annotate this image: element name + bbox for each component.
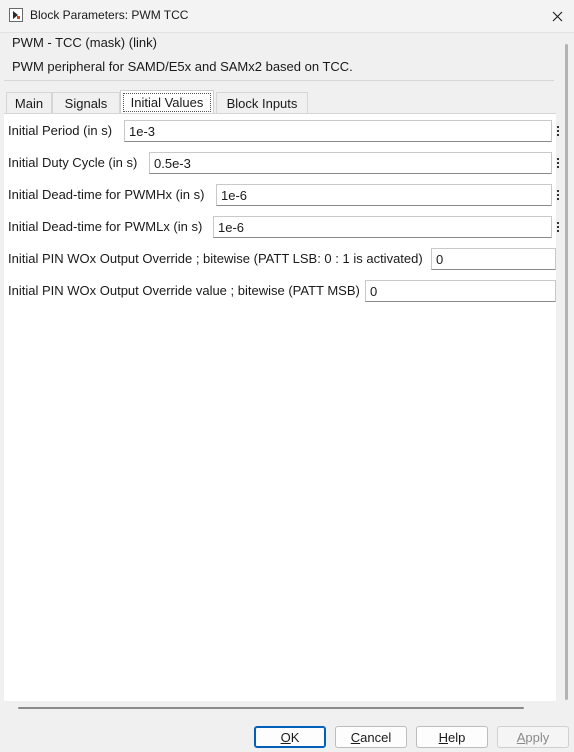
param-label: Initial PIN WOx Output Override value ; … (8, 283, 360, 298)
mask-description: PWM peripheral for SAMD/E5x and SAMx2 ba… (12, 59, 353, 74)
apply-mnemonic: A (516, 729, 526, 745)
cancel-mnemonic: C (350, 729, 361, 745)
ok-label: K (290, 729, 300, 745)
tab-label: Main (14, 95, 44, 111)
close-button[interactable] (540, 0, 574, 32)
mask-title: PWM - TCC (mask) (link) (12, 35, 157, 50)
tab-main[interactable]: Main (6, 92, 52, 113)
output-override-value-input[interactable] (365, 280, 556, 302)
tab-signals[interactable]: Signals (52, 92, 120, 113)
mask-header: PWM - TCC (mask) (link) PWM peripheral f… (4, 32, 554, 81)
initial-duty-cycle-input[interactable] (149, 152, 552, 174)
dead-time-pwmh-input[interactable] (216, 184, 552, 206)
tab-block-inputs[interactable]: Block Inputs (216, 92, 308, 113)
parameter-menu-icon[interactable] (554, 120, 562, 142)
tab-initial-values[interactable]: Initial Values (120, 90, 214, 114)
help-button[interactable]: Help (416, 726, 488, 748)
ok-mnemonic: O (280, 729, 291, 745)
simulink-block-icon (9, 8, 23, 22)
initial-values-panel: Initial Period (in s) Initial Duty Cycle… (4, 113, 559, 701)
apply-button[interactable]: Apply (497, 726, 569, 748)
tab-label: Signals (64, 95, 108, 111)
title-bar: Block Parameters: PWM TCC (0, 0, 574, 33)
parameter-menu-icon[interactable] (554, 184, 562, 206)
param-label: Initial Duty Cycle (in s) (8, 155, 138, 170)
initial-period-input[interactable] (124, 120, 552, 142)
window-title: Block Parameters: PWM TCC (30, 8, 189, 22)
cancel-label: ancel (360, 729, 392, 745)
help-label: elp (448, 729, 466, 745)
param-label: Initial PIN WOx Output Override ; bitewi… (8, 251, 423, 266)
ok-button[interactable]: OK (254, 726, 326, 748)
parameter-menu-icon[interactable] (554, 216, 562, 238)
tab-label: Initial Values (122, 93, 212, 112)
output-override-input[interactable] (431, 248, 556, 270)
close-icon (552, 11, 562, 21)
tab-label: Block Inputs (226, 95, 298, 111)
dead-time-pwml-input[interactable] (213, 216, 552, 238)
parameter-menu-icon[interactable] (554, 152, 562, 174)
cancel-button[interactable]: Cancel (335, 726, 407, 748)
param-label: Initial Dead-time for PWMLx (in s) (8, 219, 203, 234)
horizontal-scrollbar[interactable] (18, 707, 524, 709)
apply-label: pply (525, 729, 550, 745)
vertical-scrollbar[interactable] (565, 44, 568, 700)
help-mnemonic: H (438, 729, 449, 745)
param-label: Initial Period (in s) (8, 123, 113, 138)
param-label: Initial Dead-time for PWMHx (in s) (8, 187, 205, 202)
